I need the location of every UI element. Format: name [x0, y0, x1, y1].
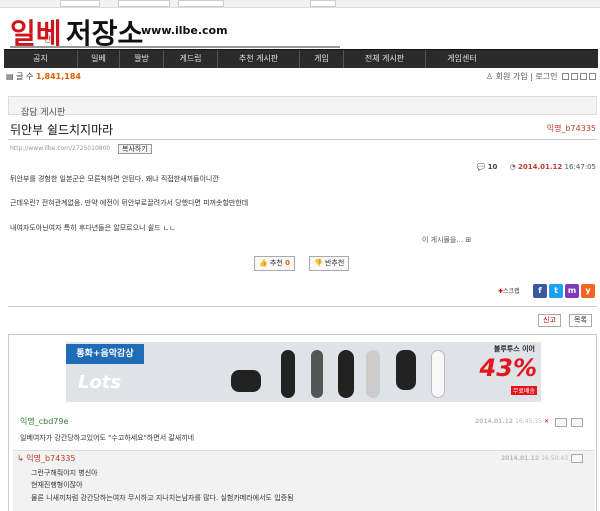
post-title: 뒤안부 쉴드치지마라 — [10, 123, 114, 137]
yozm-icon[interactable]: y — [581, 284, 595, 298]
post-line: 내여자도아닌여자 특히 후다년들은 알모르으니 쉴드 ㄴㄴ — [10, 224, 176, 232]
edit-icon[interactable] — [555, 418, 567, 427]
nav-item-notice[interactable]: 공지 — [4, 50, 78, 68]
delete-icon[interactable]: ✕ — [544, 418, 549, 425]
board-header: 잡담 게시판 ☆ — [8, 96, 597, 118]
nav-item-ilbe[interactable]: 일베 — [78, 50, 120, 68]
scrap-text: 스크랩 — [503, 288, 520, 295]
post-time: 16:47:05 — [564, 163, 596, 171]
comment-line: 물론 니새끼처럼 강간당하는여자 무시하고 지나치는남자를 많다. 실험카메라에… — [31, 494, 294, 502]
list-button[interactable]: 목록 — [569, 314, 592, 327]
comment-author[interactable]: 익명_cbd79e — [20, 416, 68, 427]
nav-item-gedrip[interactable]: 게드립 — [164, 50, 218, 68]
top-search-box[interactable] — [60, 0, 100, 7]
reply-icon[interactable] — [571, 454, 583, 463]
recommend-button[interactable]: 👍 추천 0 — [254, 256, 295, 271]
more-link-text: 이 게시물을... — [422, 236, 464, 244]
ad-right-title: 블루투스 이어 — [493, 345, 535, 353]
title-divider — [8, 139, 597, 140]
me2day-icon[interactable]: m — [565, 284, 579, 298]
nav-item-game[interactable]: 게임 — [300, 50, 344, 68]
comment-count: 10 — [487, 163, 498, 171]
thumbs-up-icon: 👍 — [259, 259, 268, 267]
headset-image — [311, 350, 323, 398]
popup-icon: ⊞ — [465, 236, 472, 244]
star-icon[interactable]: ☆ — [21, 105, 29, 115]
top-select[interactable] — [118, 0, 170, 7]
headset-image — [231, 370, 261, 392]
action-divider — [8, 306, 597, 307]
reply-date-text: 2014.01.12 — [501, 455, 539, 462]
join-link[interactable]: 회원 가입 — [496, 72, 528, 81]
comment-time-text: 16:45:35 — [515, 418, 543, 425]
nav-item-game-center[interactable]: 게임센터 — [426, 50, 498, 68]
ad-tag: 무료배송 — [510, 386, 537, 395]
comment-icon: 💬 — [476, 163, 486, 171]
nav-item-recommend-board[interactable]: 추천 게시판 — [218, 50, 300, 68]
reply-icon[interactable] — [571, 418, 583, 427]
oppose-button[interactable]: 👎 반추천 — [309, 256, 350, 271]
user-icon: ♙ — [485, 72, 494, 81]
main-nav: 공지 일베 짤방 게드립 추천 게시판 게임 전체 게시판 게임센터 — [4, 49, 598, 68]
headset-image — [338, 350, 354, 398]
member-links: ♙ 회원 가입 | 로그인 — [486, 71, 596, 82]
ad-brand: Lots — [78, 372, 122, 393]
comment-author[interactable]: ↳ 익명_b74335 — [17, 453, 76, 464]
oppose-label: 반추천 — [324, 259, 345, 267]
post-meta: 💬 10 ◔ 2014.01.12 16:47:05 — [477, 163, 596, 171]
more-link[interactable]: 이 게시물을... ⊞ — [422, 235, 471, 245]
reply-arrow-icon: ↳ — [17, 454, 24, 463]
reply-author-name: 익명_b74335 — [26, 454, 76, 463]
divider: | — [530, 72, 533, 81]
post-url[interactable]: http://www.ilbe.com/2725010800 — [10, 145, 110, 152]
report-button[interactable]: 신고 — [538, 314, 561, 327]
post-count-label: 글 수 — [16, 72, 34, 81]
comment-line: 그런구해줘야지 병신아 — [31, 469, 98, 477]
document-icon: ▤ — [6, 72, 14, 81]
headset-image — [366, 350, 380, 398]
help-icon[interactable] — [562, 73, 569, 80]
comment-text: 일베여자가 강간당하고있어도 "수고하세요"하면서 갈새끼네 — [20, 434, 195, 442]
top-select-2[interactable] — [178, 0, 224, 7]
recommend-count: 0 — [285, 259, 290, 267]
scrap-label[interactable]: ✚스크랩 — [498, 286, 520, 295]
post-count-value: 1,841,184 — [35, 72, 81, 81]
post-line: 근데우린? 전혀관계없음. 만약 에전이 뒤안부로끌려가서 당했다면 피꺼솟할만… — [10, 199, 249, 207]
nav-item-jjalbang[interactable]: 짤방 — [120, 50, 164, 68]
facebook-icon[interactable]: f — [533, 284, 547, 298]
top-strip — [0, 0, 600, 8]
comment-date: 2014.01.12 16:45:35 ✕ — [475, 418, 549, 425]
top-button[interactable] — [310, 0, 336, 7]
comment-date-text: 2014.01.12 — [475, 418, 513, 425]
thumbs-down-icon: 👎 — [314, 259, 323, 267]
layout-icon[interactable] — [571, 73, 578, 80]
layout-icon-3[interactable] — [589, 73, 596, 80]
ad-banner[interactable]: 통화+음악감상 Lots 블루투스 이어 43% 무료배송 — [66, 342, 541, 402]
post-count: ▤ 글 수 1,841,184 — [6, 71, 81, 82]
post-author[interactable]: 익명_b74335 — [547, 123, 596, 134]
reply-comment: ↳ 익명_b74335 2014.01.12 16:50:43 그런구해줘야지 … — [13, 450, 595, 511]
comment-line: 현재진행형이잖아 — [31, 481, 83, 489]
logo-url: www.ilbe.com — [141, 24, 228, 37]
comment-date: 2014.01.12 16:50:43 — [501, 455, 568, 462]
nav-item-all-board[interactable]: 전체 게시판 — [344, 50, 426, 68]
copy-url-button[interactable]: 복사하기 — [118, 144, 152, 154]
login-link[interactable]: 로그인 — [535, 72, 557, 81]
headset-image — [396, 350, 416, 390]
recommend-label: 추천 — [269, 259, 283, 267]
info-bar: ▤ 글 수 1,841,184 ♙ 회원 가입 | 로그인 — [6, 70, 598, 82]
headset-image — [281, 350, 295, 398]
reply-time-text: 16:50:43 — [541, 455, 569, 462]
clock-icon: ◔ — [509, 163, 516, 171]
ad-percent: 43% — [479, 354, 537, 382]
logo-underline — [10, 46, 340, 48]
logo-small: 간 — [44, 35, 52, 44]
twitter-icon[interactable]: t — [549, 284, 563, 298]
ad-headline: 통화+음악감상 — [66, 344, 144, 364]
layout-icon-2[interactable] — [580, 73, 587, 80]
post-date: 2014.01.12 — [518, 163, 563, 171]
headset-image — [431, 350, 445, 398]
post-line: 뒤안부를 경험한 일본군은 모른척하면 안된다. 왜냐 직접한새끼들이니깐 — [10, 175, 219, 183]
